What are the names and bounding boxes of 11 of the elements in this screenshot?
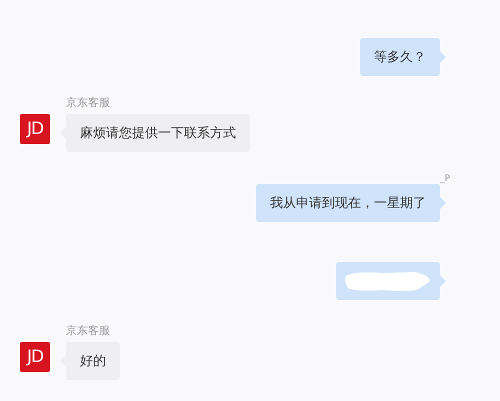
sender-name: _P [440, 174, 450, 184]
sender-name: 京东客服 [66, 96, 110, 110]
message-bubble: 我从申请到现在，一星期了 [256, 184, 440, 222]
message-bubble: 麻烦请您提供一下联系方式 [66, 114, 250, 152]
avatar: JD [20, 114, 50, 144]
message-bubble: 等多久？ [360, 38, 440, 76]
message-bubble: 好的 [66, 342, 120, 380]
bubble-tail [440, 51, 446, 63]
avatar: JD [20, 342, 50, 372]
bubble-tail [440, 197, 446, 209]
sender-name: 京东客服 [66, 324, 110, 338]
